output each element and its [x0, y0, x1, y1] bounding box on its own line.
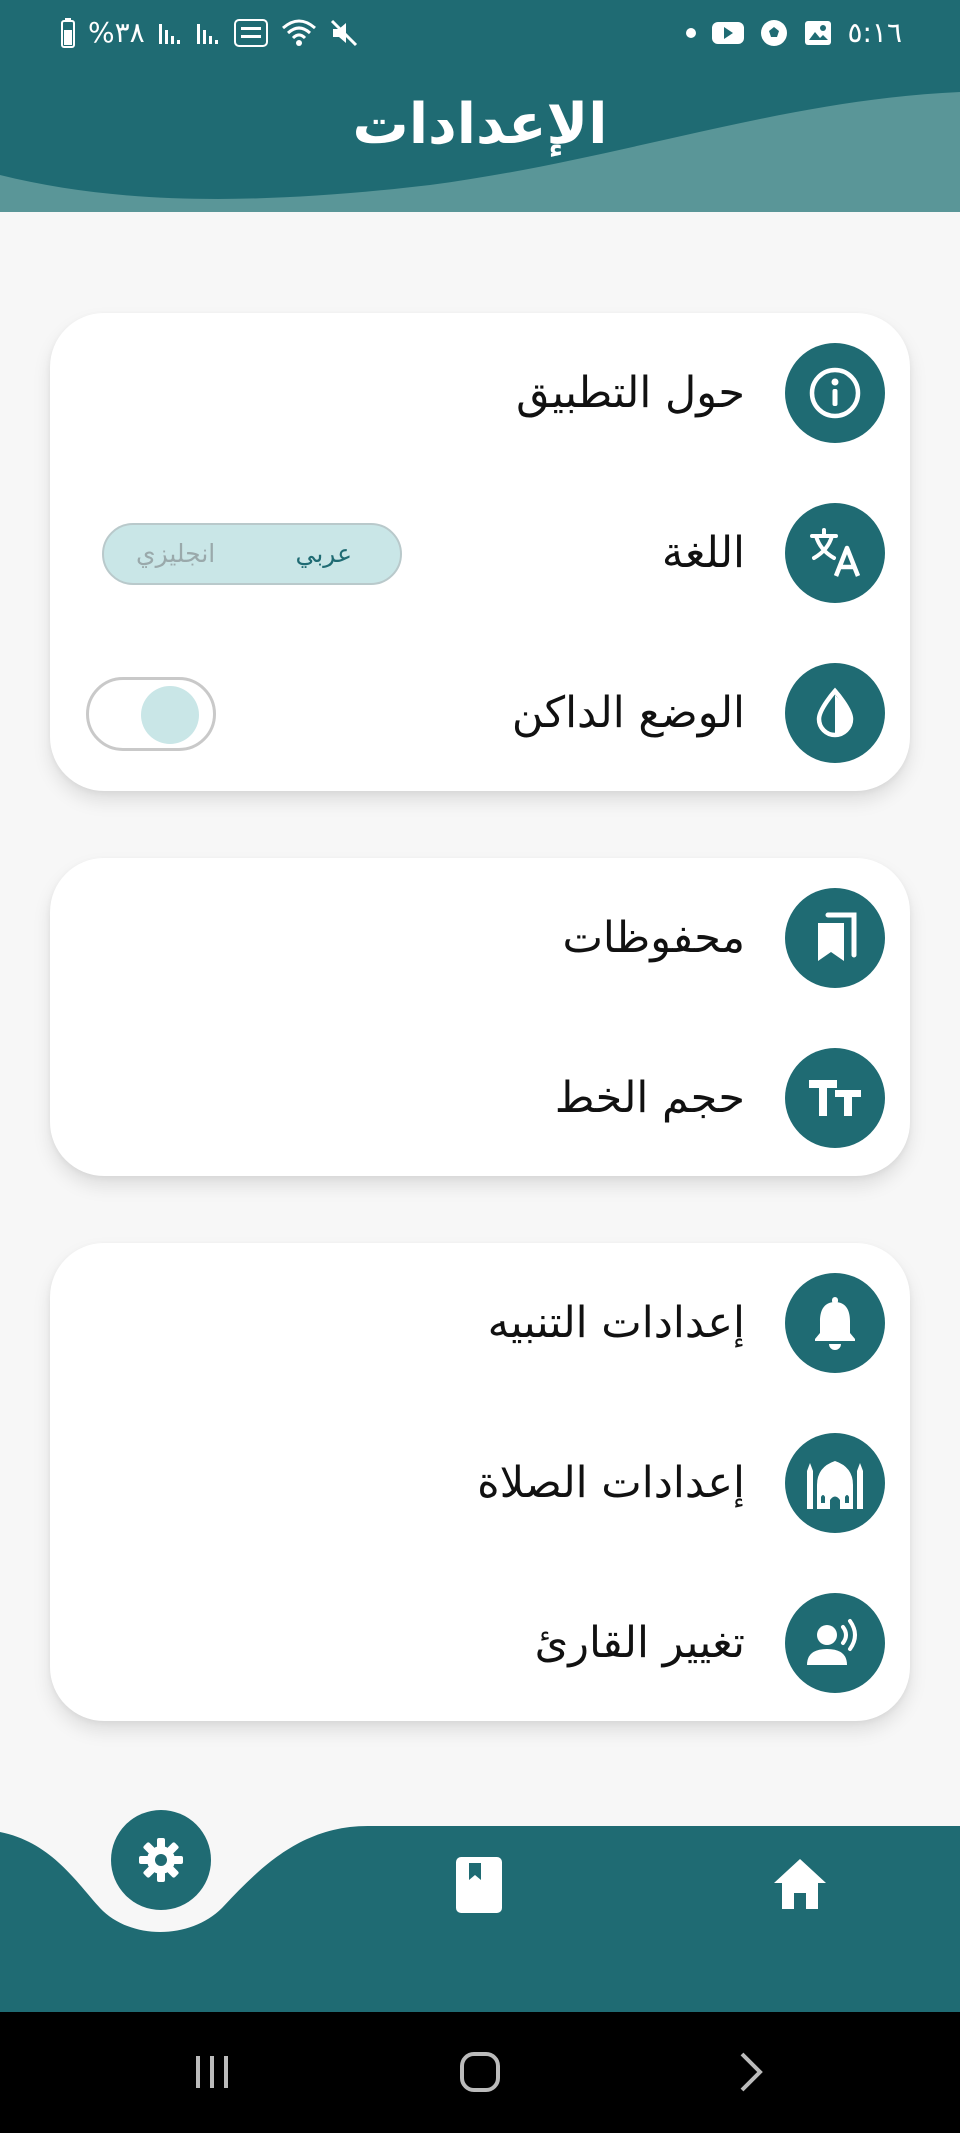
bottom-navigation — [0, 1790, 960, 2012]
bell-icon — [785, 1273, 885, 1373]
status-left: %٣٨ — [60, 16, 359, 49]
signal-icon-1 — [158, 23, 180, 44]
page-title: الإعدادات — [352, 92, 608, 157]
alert-settings-row[interactable]: إعدادات التنبيه — [50, 1263, 910, 1383]
dark-mode-row[interactable]: الوضع الداكن — [50, 653, 910, 773]
about-app-label: حول التطبيق — [516, 368, 745, 418]
volte-icon — [233, 18, 268, 47]
dark-mode-switch-knob — [141, 686, 199, 744]
prayer-settings-row[interactable]: إعدادات الصلاة — [50, 1423, 910, 1543]
language-row[interactable]: اللغة عربي انجليزي — [50, 493, 910, 613]
prayer-settings-label: إعدادات الصلاة — [477, 1458, 745, 1508]
status-bar: %٣٨ ٥:١٦ — [0, 0, 960, 70]
status-right: ٥:١٦ — [685, 16, 902, 49]
settings-gear-icon — [139, 1838, 183, 1882]
settings-card-prayer: إعدادات التنبيه إعدادات الصلاة تغيير الق… — [50, 1243, 910, 1721]
home-system-icon[interactable] — [458, 2050, 502, 2094]
text-size-icon — [785, 1048, 885, 1148]
change-reciter-row[interactable]: تغيير القارئ — [50, 1583, 910, 1703]
alert-settings-label: إعدادات التنبيه — [487, 1298, 745, 1348]
mute-icon — [330, 19, 357, 46]
status-time: ٥:١٦ — [847, 16, 902, 49]
back-chevron-icon[interactable] — [728, 2050, 772, 2094]
home-icon[interactable] — [770, 1855, 830, 1915]
wifi-icon — [281, 19, 316, 46]
translate-icon — [785, 503, 885, 603]
gallery-icon — [805, 20, 832, 45]
notification-dot-icon — [686, 27, 697, 38]
battery-icon — [61, 17, 75, 48]
bookmarks-icon — [785, 888, 885, 988]
youtube-icon — [712, 21, 745, 44]
football-icon — [761, 19, 788, 46]
change-reciter-label: تغيير القارئ — [534, 1618, 745, 1668]
settings-card-general: حول التطبيق اللغة عربي انجليزي الوضع الد… — [50, 313, 910, 791]
font-size-label: حجم الخط — [554, 1073, 745, 1123]
system-navigation-bar — [0, 2012, 960, 2133]
language-label: اللغة — [661, 528, 745, 578]
settings-card-reading: محفوظات حجم الخط — [50, 858, 910, 1176]
nav-settings-button[interactable] — [111, 1810, 211, 1910]
signal-icon-2 — [196, 23, 218, 44]
quran-book-icon[interactable] — [452, 1855, 506, 1915]
speaker-person-icon — [785, 1593, 885, 1693]
language-option-arabic[interactable]: عربي — [295, 525, 352, 583]
font-size-row[interactable]: حجم الخط — [50, 1038, 910, 1158]
battery-percent: %٣٨ — [88, 16, 145, 49]
bookmarks-row[interactable]: محفوظات — [50, 878, 910, 998]
dark-mode-switch[interactable] — [86, 677, 216, 751]
recent-apps-icon[interactable] — [190, 2050, 234, 2094]
dark-mode-label: الوضع الداكن — [511, 688, 745, 738]
drop-icon — [785, 663, 885, 763]
bookmarks-label: محفوظات — [562, 913, 745, 963]
language-toggle[interactable]: عربي انجليزي — [102, 523, 402, 585]
header: %٣٨ ٥:١٦ الإعدادات — [0, 0, 960, 212]
about-app-row[interactable]: حول التطبيق — [50, 333, 910, 453]
language-option-english[interactable]: انجليزي — [136, 525, 215, 583]
info-icon — [785, 343, 885, 443]
mosque-icon — [785, 1433, 885, 1533]
